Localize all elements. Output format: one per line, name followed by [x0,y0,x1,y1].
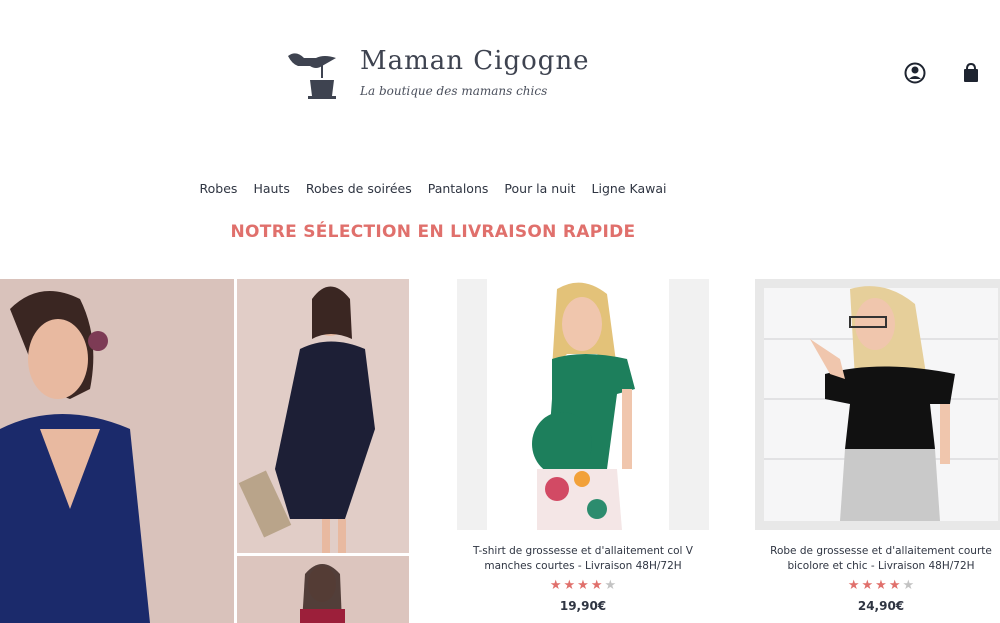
product-name[interactable]: T-shirt de grossesse et d'allaitement co… [457,544,709,574]
main-nav: Robes Hauts Robes de soirées Pantalons P… [0,181,866,196]
product-price: 24,90€ [857,599,905,613]
product-name[interactable]: Robe de grossesse et d'allaitement court… [755,544,1000,574]
star-icon: ★ [861,578,874,593]
star-icon: ★ [902,578,915,593]
brand-title: Maman Cigogne [360,46,590,76]
brand-tagline: La boutique des mamans chics [360,84,548,98]
product-image[interactable] [755,279,1000,530]
star-icon: ★ [563,578,576,593]
shopping-bag-icon[interactable] [960,62,982,84]
product-price: 19,90€ [559,599,607,613]
star-icon: ★ [875,578,887,593]
brand-logo[interactable]: Maman Cigogne La boutique des mamans chi… [286,44,590,102]
star-icon: ★ [847,578,860,593]
product-image[interactable] [457,279,709,530]
image-divider [234,553,409,556]
nav-item-ligne-kawai[interactable]: Ligne Kawai [592,181,667,196]
star-icon: ★ [888,578,901,593]
product-rating: ★ ★ ★ ★ ★ [755,578,1000,593]
nav-item-pantalons[interactable]: Pantalons [428,181,489,196]
product-card[interactable]: Robe de grossesse et d'allaitement court… [755,279,1000,613]
featured-photo-illustration [0,279,409,623]
product-photo-illustration [457,279,709,530]
featured-collection-image[interactable] [0,279,409,623]
section-title: NOTRE SÉLECTION EN LIVRAISON RAPIDE [230,222,636,242]
image-divider [234,279,237,623]
star-icon: ★ [549,578,562,593]
product-rating: ★ ★ ★ ★ ★ [457,578,709,593]
product-card[interactable]: T-shirt de grossesse et d'allaitement co… [457,279,709,613]
nav-item-robes[interactable]: Robes [200,181,238,196]
user-circle-icon[interactable] [904,62,926,84]
stork-logo-icon [288,53,336,99]
star-icon: ★ [604,578,617,593]
nav-item-pour-la-nuit[interactable]: Pour la nuit [504,181,575,196]
product-photo-illustration [755,279,1000,530]
star-icon: ★ [577,578,589,593]
nav-item-robes-de-soirees[interactable]: Robes de soirées [306,181,412,196]
nav-item-hauts[interactable]: Hauts [253,181,289,196]
star-icon: ★ [590,578,603,593]
